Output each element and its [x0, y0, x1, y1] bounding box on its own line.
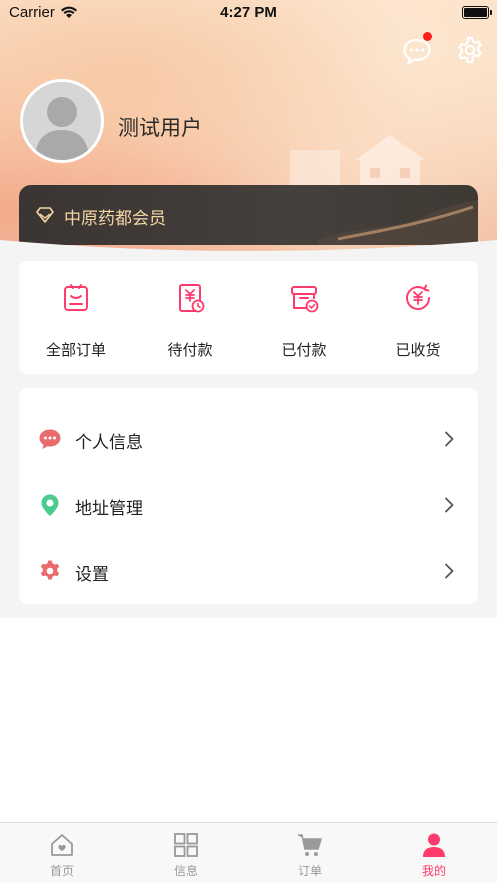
- order-pending-payment-label: 待付款: [167, 341, 213, 359]
- order-paid[interactable]: 已付款: [247, 261, 361, 374]
- tab-orders[interactable]: 订单: [248, 823, 372, 883]
- building-illustration: [290, 150, 340, 190]
- username: 测试用户: [118, 116, 202, 140]
- home-icon: [51, 834, 73, 856]
- menu-item-address-label: 地址管理: [75, 499, 143, 519]
- menu-card: 个人信息 地址管理 设置: [19, 388, 478, 604]
- order-all[interactable]: 全部订单: [19, 261, 133, 374]
- diamond-icon: [36, 207, 54, 223]
- tab-mine-label: 我的: [421, 864, 446, 878]
- menu-item-settings-label: 设置: [75, 565, 109, 585]
- tab-info-label: 信息: [173, 864, 198, 878]
- order-all-label: 全部订单: [45, 341, 106, 359]
- profile-icon: [423, 833, 445, 857]
- battery-icon: [462, 6, 492, 19]
- chevron-right-icon: [445, 431, 454, 447]
- tab-home[interactable]: 首页: [0, 823, 124, 883]
- received-icon: [406, 284, 430, 310]
- order-pending-payment[interactable]: 待付款: [133, 261, 247, 374]
- menu-item-personal-info[interactable]: 个人信息: [19, 406, 478, 472]
- chat-bubble-icon: [39, 429, 61, 449]
- orders-card: 全部订单 待付款 已付款 已收货: [19, 261, 478, 374]
- tab-mine[interactable]: 我的: [372, 823, 496, 883]
- avatar[interactable]: [20, 79, 104, 163]
- order-received-label: 已收货: [395, 341, 441, 359]
- status-bar: Carrier 4:27 PM: [0, 0, 497, 28]
- header-curve: [0, 240, 497, 260]
- tab-info[interactable]: 信息: [124, 823, 248, 883]
- location-pin-icon: [41, 494, 59, 516]
- order-paid-label: 已付款: [281, 341, 327, 359]
- house-illustration: [355, 135, 425, 190]
- clock-label: 4:27 PM: [220, 4, 277, 21]
- message-icon[interactable]: [402, 37, 432, 65]
- default-avatar-icon: [23, 82, 101, 160]
- menu-item-personal-info-label: 个人信息: [75, 433, 143, 453]
- all-orders-icon: [64, 284, 88, 311]
- order-received[interactable]: 已收货: [361, 261, 475, 374]
- gear-icon: [40, 560, 60, 580]
- menu-item-address[interactable]: 地址管理: [19, 472, 478, 538]
- menu-item-settings[interactable]: 设置: [19, 538, 478, 604]
- chevron-right-icon: [445, 497, 454, 513]
- chevron-right-icon: [445, 563, 454, 579]
- grid-icon: [174, 833, 198, 857]
- unread-badge: [423, 32, 432, 41]
- paid-icon: [291, 286, 319, 313]
- settings-icon[interactable]: [455, 35, 485, 65]
- pending-payment-icon: [179, 284, 205, 313]
- tab-orders-label: 订单: [297, 864, 322, 878]
- tab-bar: 首页 信息 订单 我的: [0, 822, 497, 883]
- tab-home-label: 首页: [49, 864, 74, 878]
- cart-icon: [298, 834, 322, 856]
- member-label: 中原药都会员: [64, 209, 166, 229]
